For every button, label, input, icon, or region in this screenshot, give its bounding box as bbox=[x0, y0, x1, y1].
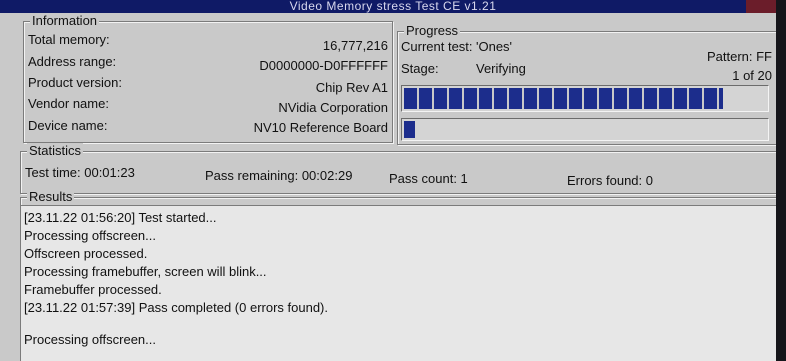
log-line: Framebuffer processed. bbox=[24, 282, 162, 297]
app-window: Video Memory stress Test CE v1.21 Inform… bbox=[0, 0, 786, 361]
statistics-group: Statistics Test time: 00:01:23 Pass rema… bbox=[20, 143, 777, 194]
log-line: Offscreen processed. bbox=[24, 246, 148, 261]
progress-legend: Progress bbox=[404, 23, 461, 38]
stage-progress-bar bbox=[401, 85, 769, 112]
window-titlebar: Video Memory stress Test CE v1.21 bbox=[0, 0, 786, 13]
pass-remaining-text: Pass remaining: 00:02:29 bbox=[205, 168, 353, 183]
vendor-name-label: Vendor name: bbox=[28, 96, 109, 111]
log-line: [23.11.22 01:56:20] Test started... bbox=[24, 210, 217, 225]
stage-progress-fill bbox=[404, 88, 723, 109]
results-legend: Results bbox=[27, 189, 75, 204]
window-title: Video Memory stress Test CE v1.21 bbox=[289, 0, 497, 13]
log-line: Processing offscreen... bbox=[24, 228, 156, 243]
information-group: Information Total memory: 16,777,216 Add… bbox=[23, 13, 393, 143]
monitor-bezel-edge bbox=[776, 0, 786, 361]
log-line: Processing offscreen... bbox=[24, 332, 156, 347]
address-range-label: Address range: bbox=[28, 54, 117, 69]
log-line: Processing framebuffer, screen will blin… bbox=[24, 264, 267, 279]
vendor-name-value: NVidia Corporation bbox=[278, 100, 388, 115]
progress-group: Progress Current test: 'Ones' Pattern: F… bbox=[397, 23, 777, 145]
overall-progress-bar bbox=[401, 118, 769, 141]
total-memory-label: Total memory: bbox=[28, 32, 110, 47]
pass-count-text: Pass count: 1 bbox=[389, 171, 468, 186]
results-log[interactable]: [23.11.22 01:56:20] Test started... Proc… bbox=[20, 205, 779, 361]
statistics-legend: Statistics bbox=[27, 143, 84, 158]
current-test-label: Current test: bbox=[401, 39, 473, 54]
stage-label: Stage: bbox=[401, 61, 439, 76]
overall-progress-fill bbox=[404, 121, 415, 138]
device-name-value: NV10 Reference Board bbox=[253, 120, 388, 135]
stage-value: Verifying bbox=[476, 61, 526, 76]
current-test-value: 'Ones' bbox=[476, 39, 513, 54]
errors-found-text: Errors found: 0 bbox=[567, 173, 653, 188]
address-range-value: D0000000-D0FFFFFF bbox=[259, 58, 388, 73]
information-legend: Information bbox=[30, 13, 100, 28]
pass-of-text: 1 of 20 bbox=[732, 68, 772, 83]
test-time-text: Test time: 00:01:23 bbox=[25, 165, 135, 180]
product-version-value: Chip Rev A1 bbox=[315, 80, 388, 95]
device-name-label: Device name: bbox=[28, 118, 108, 133]
total-memory-value: 16,777,216 bbox=[322, 38, 388, 53]
product-version-label: Product version: bbox=[28, 75, 122, 90]
pattern-text: Pattern: FF bbox=[706, 49, 772, 64]
log-line: [23.11.22 01:57:39] Pass completed (0 er… bbox=[24, 300, 328, 315]
